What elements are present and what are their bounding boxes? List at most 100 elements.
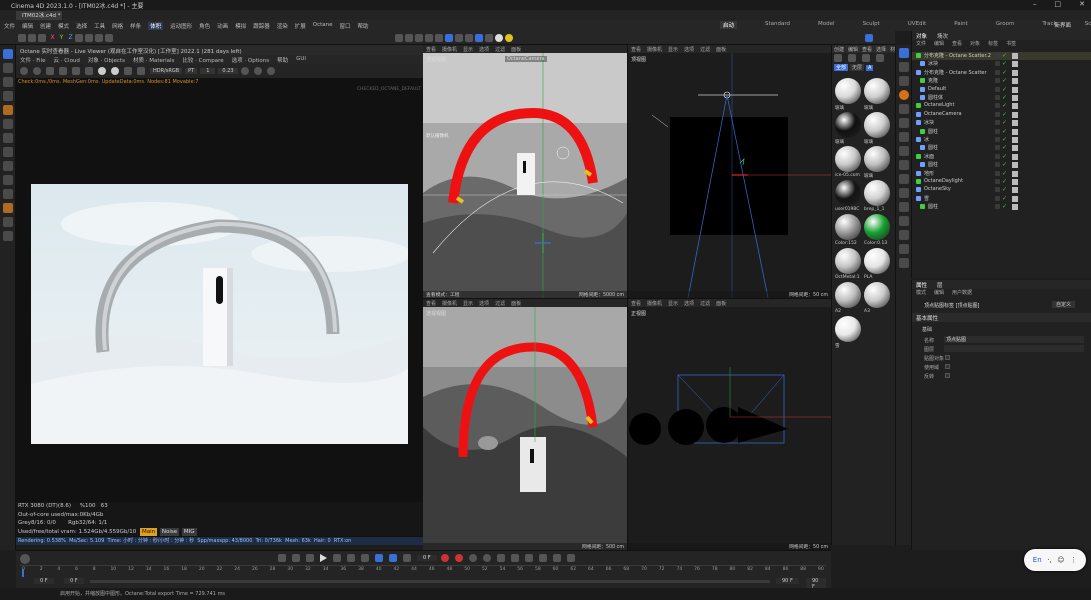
render-output[interactable] [31, 184, 408, 444]
pen-icon[interactable] [405, 33, 413, 42]
visibility-toggle[interactable] [995, 103, 1000, 109]
next-key-icon[interactable] [347, 554, 355, 562]
viewport-menu-item[interactable]: 查看 [631, 300, 641, 307]
menu-item[interactable]: 体积 [148, 22, 164, 30]
object-tag-icon[interactable] [1012, 162, 1018, 169]
viewport-menu-item[interactable]: 查看 [631, 46, 641, 53]
octane-icon[interactable] [899, 90, 909, 100]
menu-item[interactable]: 创建 [40, 22, 51, 30]
object-row[interactable]: 圆柱体 ✓ [912, 94, 1091, 102]
deformer-icon[interactable] [435, 33, 443, 42]
viewport-menu-item[interactable]: 面板 [716, 300, 726, 307]
polygons-mode-icon[interactable] [3, 147, 13, 157]
pause-render-icon[interactable] [46, 67, 54, 75]
enabled-checkmark-icon[interactable]: ✓ [1002, 178, 1007, 185]
layout-tab[interactable]: Script [1085, 21, 1091, 29]
viewport-menu-item[interactable]: 显示 [463, 46, 473, 53]
key-selection-icon[interactable] [482, 554, 491, 562]
material-swatch[interactable] [835, 180, 861, 206]
enabled-checkmark-icon[interactable]: ✓ [1002, 77, 1007, 84]
main-pass-badge[interactable]: Main [139, 527, 158, 536]
color-mode-select[interactable]: HDR/sRGB [150, 68, 183, 74]
cube-primitive-icon[interactable] [899, 118, 909, 128]
menu-item[interactable]: 渲染 [277, 22, 288, 30]
enabled-checkmark-icon[interactable]: ✓ [1002, 161, 1007, 168]
live-viewer-menu-item[interactable]: 文件 · File [20, 56, 45, 64]
object-tag-icon[interactable] [1012, 128, 1018, 135]
enabled-checkmark-icon[interactable]: ✓ [1002, 128, 1007, 135]
layout-tab[interactable]: Model [818, 21, 835, 29]
material-swatch[interactable] [864, 214, 890, 240]
viewport-menu-item[interactable]: 摄像机 [442, 46, 457, 53]
layout-tab[interactable]: Groom [996, 21, 1015, 29]
octane-logo-icon[interactable] [495, 33, 503, 42]
menu-item[interactable]: 跟踪器 [253, 22, 270, 30]
scale-icon[interactable] [3, 91, 13, 101]
visibility-toggle[interactable] [995, 53, 1000, 58]
object-row[interactable]: 冰 ✓ [912, 136, 1091, 144]
snap-icon[interactable] [475, 33, 483, 42]
delete-material-icon[interactable] [876, 54, 884, 62]
object-menu-item[interactable]: 文件 [916, 40, 926, 48]
object-menu-item[interactable]: 对象 [970, 40, 980, 48]
menu-item[interactable]: 窗口 [340, 22, 351, 30]
brush-icon[interactable] [3, 217, 13, 227]
tag-icon[interactable] [899, 258, 909, 268]
material-tab-all[interactable]: 全部 [834, 64, 849, 71]
object-tag-icon[interactable] [1012, 187, 1018, 194]
material-arrow-icon[interactable] [862, 54, 870, 62]
viewport-top[interactable]: 查看 摄像机 显示 选项 过滤 面板 顶视图 网格间距：50 cm [627, 45, 831, 298]
attr-sub-basic[interactable]: 基础 [922, 326, 932, 333]
object-row[interactable]: 圆柱 ✓ [912, 128, 1091, 136]
live-viewer-menu-item[interactable]: 选项 · Options [232, 56, 269, 64]
viewport-camera[interactable]: OctaneCamera [505, 56, 547, 62]
maximize-button[interactable]: □ [1055, 0, 1062, 8]
go-start-icon[interactable] [278, 554, 286, 562]
kernel-select[interactable]: PT [185, 68, 198, 74]
prev-key-icon[interactable] [292, 554, 300, 562]
viewport-menu-item[interactable]: 面板 [716, 46, 726, 53]
live-viewer-menu-item[interactable]: 比较 · Compare [182, 56, 223, 64]
enabled-checkmark-icon[interactable]: ✓ [1002, 86, 1007, 93]
lock-icon[interactable] [137, 67, 145, 75]
record-icon[interactable] [440, 554, 449, 562]
viewport-menu-item[interactable]: 显示 [463, 300, 473, 307]
uv-mode-icon[interactable] [3, 161, 13, 171]
generator-icon[interactable] [899, 146, 909, 156]
viewport-menu-item[interactable]: 显示 [668, 300, 678, 307]
viewport-menu-item[interactable]: 选项 [684, 300, 694, 307]
panel-toggle-icon[interactable] [865, 33, 873, 42]
render-view-icon[interactable] [85, 33, 93, 42]
enabled-checkmark-icon[interactable]: ✓ [1002, 195, 1007, 202]
loop-icon[interactable] [375, 554, 383, 562]
material-pick-icon[interactable] [98, 67, 106, 75]
object-row[interactable]: 圆柱 ✓ [912, 161, 1091, 169]
object-tag-icon[interactable] [1012, 153, 1018, 160]
object-row[interactable]: 分布克隆 - Octane Scatter ✓ [912, 69, 1091, 77]
prev-frame-icon[interactable] [306, 554, 314, 562]
enabled-checkmark-icon[interactable]: ✓ [1002, 94, 1007, 101]
selection-mode-icon[interactable] [445, 33, 453, 42]
object-tag-icon[interactable] [1012, 204, 1018, 211]
object-menu-item[interactable]: 标签 [988, 40, 998, 48]
menu-item[interactable]: 网格 [112, 22, 123, 30]
object-tag-icon[interactable] [1012, 61, 1018, 68]
rotate-key-icon[interactable] [510, 554, 519, 562]
viewport-menu-item[interactable]: 显示 [668, 46, 678, 53]
object-row[interactable]: 冰块 ✓ [912, 119, 1091, 127]
sound-icon[interactable] [403, 554, 411, 562]
points-mode-icon[interactable] [3, 119, 13, 129]
render-settings-icon[interactable] [105, 33, 113, 42]
object-row[interactable]: 冰块 ✓ [912, 60, 1091, 68]
field-icon[interactable] [899, 188, 909, 198]
enabled-checkmark-icon[interactable]: ✓ [1002, 52, 1007, 59]
object-row[interactable]: OctaneSky ✓ [912, 186, 1091, 194]
material-swatch[interactable] [864, 112, 890, 138]
keyframe-icon[interactable] [468, 554, 477, 562]
texture-mode-icon[interactable] [3, 189, 13, 199]
object-pick-icon[interactable] [111, 67, 119, 75]
material-menu-item[interactable]: 查看 [862, 47, 872, 53]
layout-tab[interactable]: Standard [765, 21, 790, 29]
camera-icon[interactable] [465, 33, 473, 42]
save-image-icon[interactable] [266, 67, 275, 75]
